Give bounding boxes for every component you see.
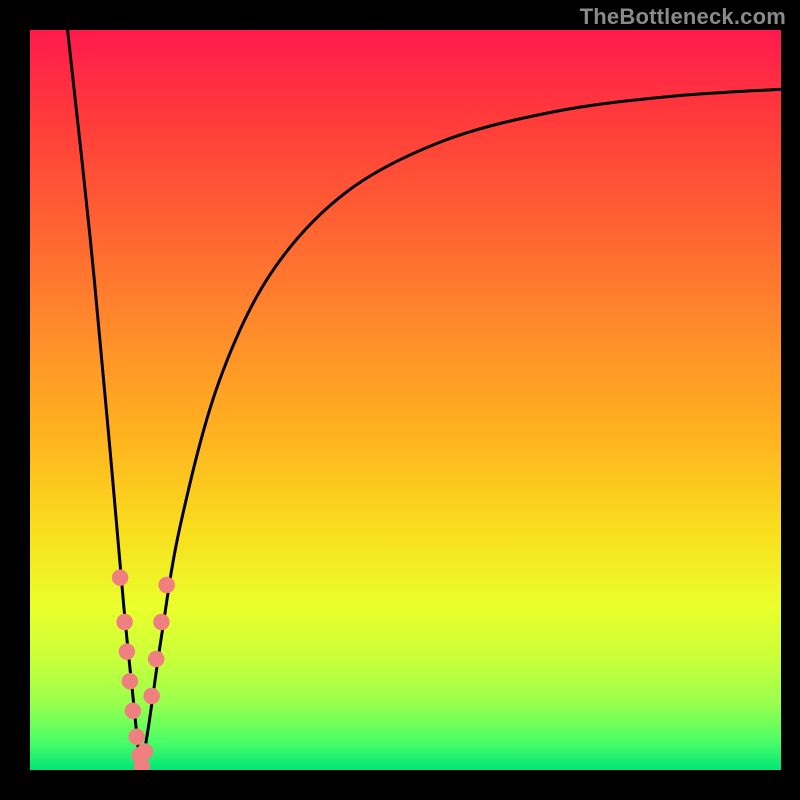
marker-dot bbox=[148, 651, 165, 668]
marker-dot bbox=[143, 688, 160, 705]
curve-right-branch bbox=[141, 89, 781, 770]
marker-dot bbox=[119, 643, 136, 660]
chart-frame: TheBottleneck.com bbox=[0, 0, 800, 800]
marker-dot bbox=[137, 743, 154, 760]
watermark-label: TheBottleneck.com bbox=[580, 4, 786, 30]
marker-dot bbox=[112, 569, 129, 586]
curve-layer bbox=[30, 30, 781, 770]
marker-dot bbox=[122, 673, 139, 690]
marker-dot bbox=[153, 614, 170, 631]
marker-dot bbox=[116, 614, 133, 631]
marker-dot bbox=[125, 703, 142, 720]
plot-area bbox=[30, 30, 781, 770]
marker-dot bbox=[158, 577, 175, 594]
marker-dot bbox=[128, 728, 145, 745]
